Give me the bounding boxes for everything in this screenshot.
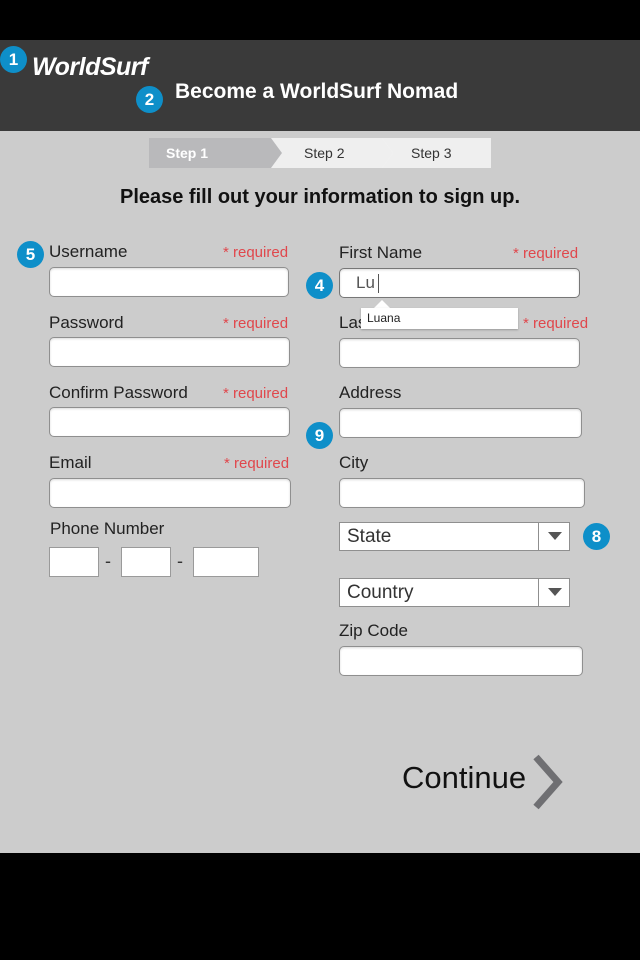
username-required: * required [223,244,289,261]
bottom-bar [0,853,640,960]
autocomplete-pointer [374,300,390,308]
step-progress: Step 1 Step 2 Step 3 [149,138,491,168]
first-name-label: First Name [339,243,423,262]
last-name-required: * required [523,315,589,332]
country-selected-value: Country [347,582,414,603]
first-name-required: * required [513,245,579,262]
callout-badge-4: 4 [306,272,333,299]
chevron-down-icon[interactable] [538,579,569,606]
step-3-tab[interactable]: Step 3 [382,138,491,168]
page-title: Become a WorldSurf Nomad [175,80,459,103]
phone-prefix-input[interactable] [121,547,171,577]
continue-button[interactable]: Continue [402,760,526,796]
form-instruction: Please fill out your information to sign… [119,186,521,208]
step-1-tab[interactable]: Step 1 [149,138,282,168]
confirm-password-input[interactable] [49,407,290,437]
address-input[interactable] [339,408,582,438]
phone-separator: - [177,551,183,571]
password-required: * required [223,315,289,332]
zip-code-label: Zip Code [339,621,408,640]
city-input[interactable] [339,478,585,508]
callout-badge-8: 8 [583,523,610,550]
callout-badge-1: 1 [0,46,27,73]
worldsurf-logo: WorldSurf [32,53,148,81]
address-label: Address [339,383,402,402]
step-2-tab[interactable]: Step 2 [271,138,393,168]
username-label: Username [49,242,128,261]
first-name-input[interactable] [339,268,580,298]
phone-separator: - [105,551,111,571]
email-input[interactable] [49,478,291,508]
app-screen: WorldSurf Become a WorldSurf Nomad 1 2 4… [0,0,640,960]
city-label: City [339,453,369,472]
phone-label: Phone Number [50,519,165,538]
zip-code-input[interactable] [339,646,583,676]
confirm-password-required: * required [223,385,289,402]
username-input[interactable] [49,267,289,297]
state-selected-value: State [347,526,392,547]
chevron-down-icon[interactable] [538,523,569,550]
callout-badge-5: 5 [17,241,44,268]
last-name-input[interactable] [339,338,580,368]
callout-badge-2: 2 [136,86,163,113]
email-required: * required [224,455,290,472]
country-select[interactable]: Country [339,578,570,607]
password-input[interactable] [49,337,290,367]
phone-area-code-input[interactable] [49,547,99,577]
email-label: Email [49,453,92,472]
phone-line-input[interactable] [193,547,259,577]
text-cursor [378,274,379,293]
state-select[interactable]: State [339,522,570,551]
callout-badge-9: 9 [306,422,333,449]
autocomplete-suggestion[interactable]: Luana [361,308,518,329]
confirm-password-label: Confirm Password [49,383,188,402]
status-bar [0,0,640,40]
password-label: Password [49,313,124,332]
chevron-right-icon[interactable] [528,754,564,815]
